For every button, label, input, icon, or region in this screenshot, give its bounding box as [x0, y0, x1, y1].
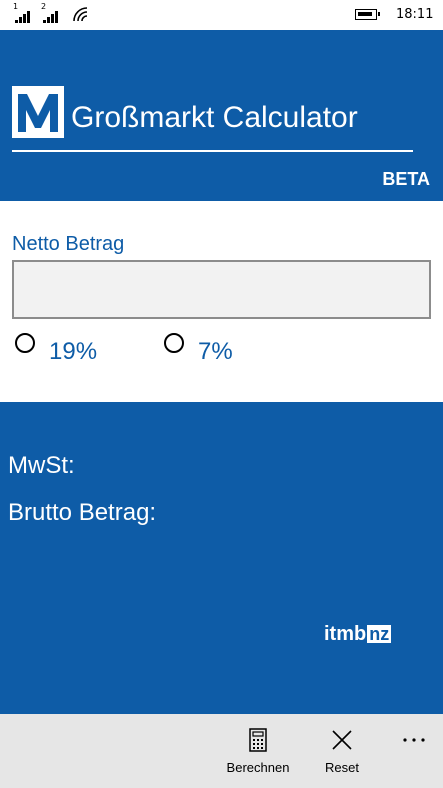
sim2-number: 2 [41, 2, 47, 11]
mwst-label: MwSt: [8, 452, 75, 479]
title-divider [12, 150, 413, 152]
vat-7-radio[interactable]: 7% [164, 331, 254, 367]
calculator-icon [249, 728, 267, 752]
battery-icon [355, 9, 380, 20]
netto-input[interactable] [12, 260, 431, 319]
vat-7-label: 7% [198, 338, 233, 365]
status-bar: 1 2 18:11 [0, 0, 443, 30]
signal-sim1-icon: 1 [13, 2, 35, 23]
brand-prefix: itmb [324, 622, 367, 645]
app-title: Großmarkt Calculator [71, 101, 358, 134]
app-header: Großmarkt Calculator BETA [0, 30, 443, 201]
signal-sim2-icon: 2 [41, 2, 63, 23]
reset-button[interactable]: Reset [322, 728, 362, 775]
calculate-label: Berechnen [226, 760, 290, 775]
radio-circle-icon [15, 333, 35, 353]
wifi-icon [73, 7, 88, 22]
brand-suffix: nz [367, 624, 392, 644]
radio-circle-icon [164, 333, 184, 353]
brutto-label: Brutto Betrag: [8, 499, 157, 526]
brand-logo: itmb nz [324, 622, 392, 646]
input-form: Netto Betrag 19% 7% [0, 201, 443, 402]
beta-badge: BETA [382, 169, 430, 189]
clock: 18:11 [396, 7, 434, 22]
vat-19-radio[interactable]: 19% [15, 331, 125, 367]
vat-19-label: 19% [49, 338, 98, 365]
calculate-button[interactable]: Berechnen [224, 728, 292, 775]
reset-label: Reset [325, 760, 359, 775]
metro-m-logo-icon [12, 86, 64, 138]
netto-label: Netto Betrag [12, 233, 125, 255]
more-dots-icon[interactable] [401, 734, 427, 746]
results-panel: MwSt: Brutto Betrag: itmb nz [0, 402, 443, 714]
close-icon [332, 730, 352, 750]
app-bar: Berechnen Reset [0, 714, 443, 788]
sim1-number: 1 [13, 2, 19, 11]
